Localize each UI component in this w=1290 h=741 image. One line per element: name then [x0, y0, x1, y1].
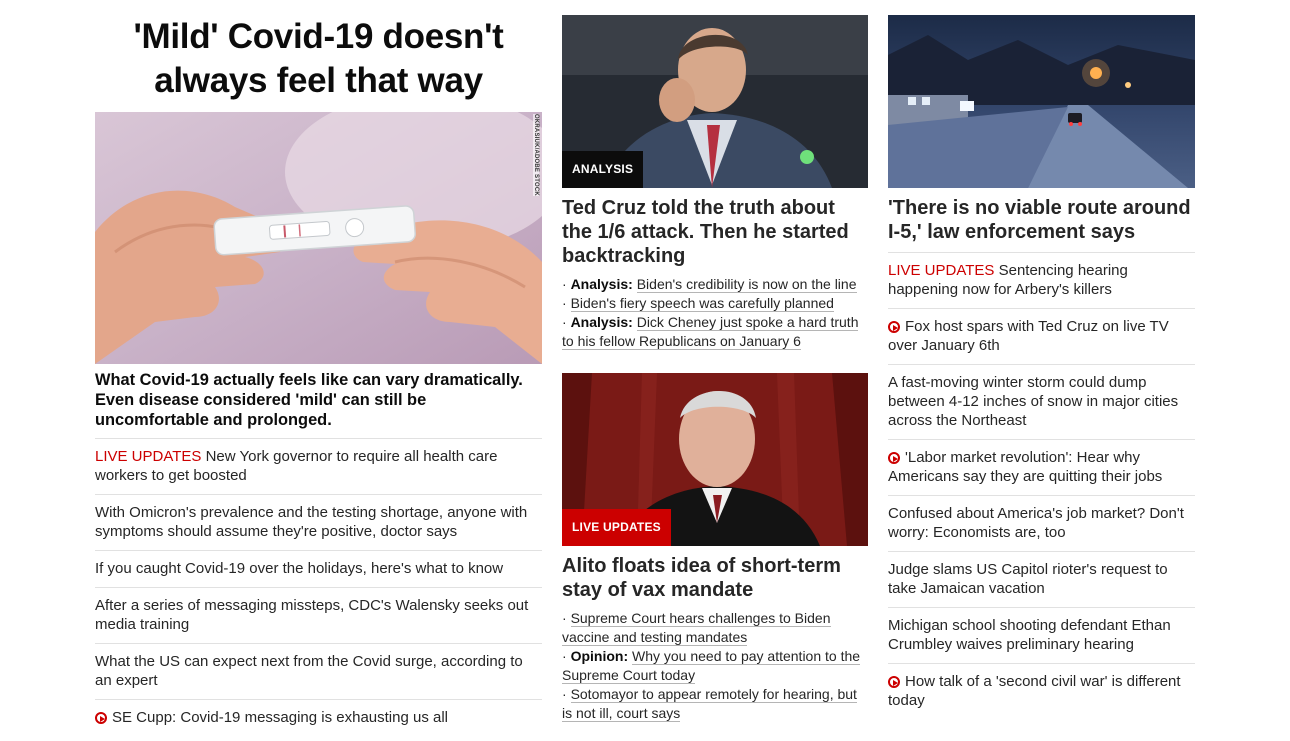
covid-related-links: LIVE UPDATES New York governor to requir… [95, 438, 542, 736]
link-text: Confused about America's job market? Don… [888, 505, 1184, 541]
link-text: SE Cupp: Covid-19 messaging is exhaustin… [112, 709, 449, 726]
list-item[interactable]: LIVE UPDATES Sentencing hearing happenin… [888, 252, 1195, 308]
list-item[interactable]: If you caught Covid-19 over the holidays… [95, 550, 542, 587]
link-text: Biden's fiery speech was carefully plann… [570, 295, 834, 312]
news-links: LIVE UPDATES Sentencing hearing happenin… [888, 252, 1195, 719]
list-item[interactable]: · Biden's fiery speech was carefully pla… [562, 294, 868, 313]
video-play-icon [95, 712, 107, 724]
list-item[interactable]: LIVE UPDATES New York governor to requir… [95, 438, 542, 494]
covid-test-image[interactable]: OKRASIUK/ADOBE STOCK [95, 112, 542, 364]
list-item[interactable]: Michigan school shooting defendant Ethan… [888, 607, 1195, 663]
link-text: Michigan school shooting defendant Ethan… [888, 617, 1171, 653]
link-text: Biden's credibility is now on the line [636, 276, 857, 293]
interstate-headline[interactable]: 'There is no viable route around I-5,' l… [888, 196, 1195, 244]
ted-cruz-related-links: · Analysis: Biden's credibility is now o… [562, 275, 868, 351]
link-text: 'Labor market revolution': Hear why Amer… [888, 449, 1163, 485]
alito-headline[interactable]: Alito floats idea of short-term stay of … [562, 554, 868, 602]
list-item[interactable]: · Analysis: Dick Cheney just spoke a har… [562, 313, 868, 351]
column-covid: 'Mild' Covid-19 doesn't always feel that… [95, 15, 542, 736]
link-text: After a series of messaging missteps, CD… [95, 597, 529, 633]
analysis-badge: ANALYSIS [562, 151, 644, 188]
list-item[interactable]: SE Cupp: Covid-19 messaging is exhaustin… [95, 699, 542, 736]
list-item[interactable]: After a series of messaging missteps, CD… [95, 587, 542, 643]
live-updates-label: LIVE UPDATES [95, 448, 202, 465]
ted-cruz-headline[interactable]: Ted Cruz told the truth about the 1/6 at… [562, 196, 868, 268]
list-item[interactable]: 'Labor market revolution': Hear why Amer… [888, 439, 1195, 495]
bullet-label: Analysis: [570, 314, 633, 330]
alito-related-links: · Supreme Court hears challenges to Bide… [562, 609, 868, 723]
link-text: A fast-moving winter storm could dump be… [888, 374, 1179, 429]
live-updates-badge: LIVE UPDATES [562, 509, 671, 546]
hero-headline-line-2: always feel that way [154, 61, 483, 100]
list-item[interactable]: What the US can expect next from the Cov… [95, 643, 542, 699]
column-news: 'There is no viable route around I-5,' l… [888, 15, 1195, 719]
video-play-icon [888, 676, 900, 688]
list-item[interactable]: How talk of a 'second civil war' is diff… [888, 663, 1195, 719]
list-item[interactable]: · Analysis: Biden's credibility is now o… [562, 275, 868, 294]
list-item[interactable]: · Supreme Court hears challenges to Bide… [562, 609, 868, 647]
winter-road-image[interactable] [888, 15, 1195, 188]
list-item[interactable]: A fast-moving winter storm could dump be… [888, 364, 1195, 439]
link-text: With Omicron's prevalence and the testin… [95, 504, 528, 540]
list-item[interactable]: Fox host spars with Ted Cruz on live TV … [888, 308, 1195, 364]
video-play-icon [888, 452, 900, 464]
list-item[interactable]: With Omicron's prevalence and the testin… [95, 494, 542, 550]
video-play-icon [888, 321, 900, 333]
hero-headline[interactable]: 'Mild' Covid-19 doesn't always feel that… [95, 15, 542, 103]
list-item[interactable]: Confused about America's job market? Don… [888, 495, 1195, 551]
ted-cruz-image[interactable]: ANALYSIS [562, 15, 868, 188]
link-text: If you caught Covid-19 over the holidays… [95, 560, 504, 577]
link-text: How talk of a 'second civil war' is diff… [888, 673, 1181, 709]
link-text: What the US can expect next from the Cov… [95, 653, 523, 689]
link-text: Fox host spars with Ted Cruz on live TV … [888, 318, 1169, 354]
covid-caption[interactable]: What Covid-19 actually feels like can va… [95, 370, 542, 430]
bullet-label: Analysis: [570, 276, 633, 292]
bullet-label: Opinion: [570, 648, 629, 664]
live-updates-label: LIVE UPDATES [888, 262, 995, 279]
list-item[interactable]: · Sotomayor to appear remotely for heari… [562, 685, 868, 723]
hero-headline-line-1: 'Mild' Covid-19 doesn't [133, 17, 504, 56]
list-item[interactable]: · Opinion: Why you need to pay attention… [562, 647, 868, 685]
alito-image[interactable]: LIVE UPDATES [562, 373, 868, 546]
list-item[interactable]: Judge slams US Capitol rioter's request … [888, 551, 1195, 607]
link-text: Judge slams US Capitol rioter's request … [888, 561, 1168, 597]
link-text: Sotomayor to appear remotely for hearing… [562, 686, 857, 722]
column-politics: ANALYSIS Ted Cruz told the truth about t… [562, 15, 868, 723]
image-credit: OKRASIUK/ADOBE STOCK [533, 114, 539, 196]
link-text: Supreme Court hears challenges to Biden … [562, 610, 831, 646]
